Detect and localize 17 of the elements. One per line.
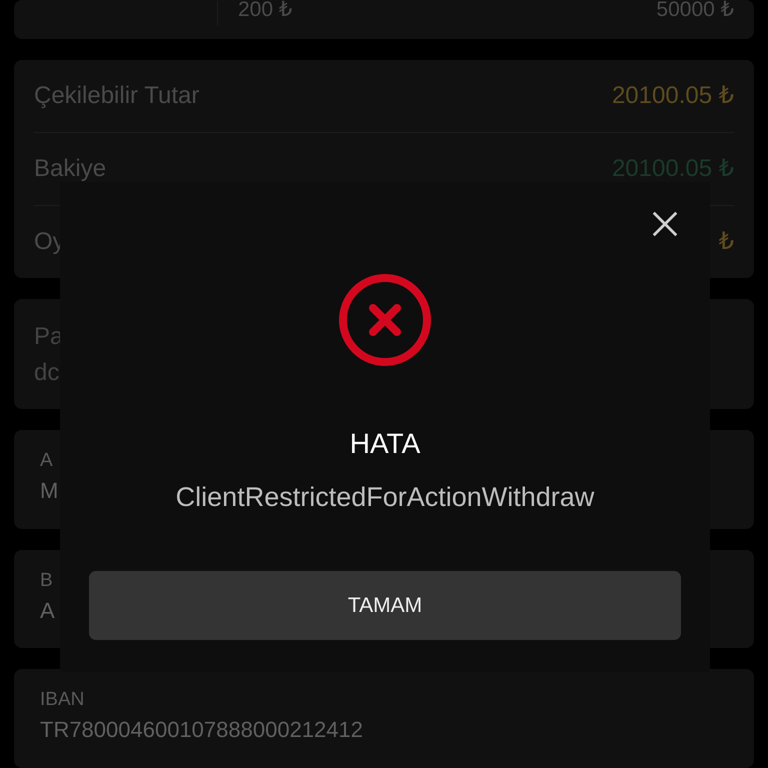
close-icon[interactable] (652, 211, 678, 237)
dialog-title: HATA (350, 428, 420, 460)
field-value: A (40, 598, 55, 624)
field-label: A (40, 450, 53, 472)
ok-button[interactable]: TAMAM (89, 571, 681, 640)
summary-value: ₺ (718, 227, 734, 256)
field-label: B (40, 570, 53, 592)
summary-label: Çekilebilir Tutar (34, 82, 200, 110)
summary-value: 20100.05 ₺ (612, 81, 734, 110)
field-value: M (40, 478, 58, 504)
summary-label: Bakiye (34, 154, 106, 183)
dialog-message: ClientRestrictedForActionWithdraw (176, 482, 594, 513)
field-label: IBAN (40, 689, 84, 712)
field-value: TR780004600107888000212412 (40, 717, 363, 744)
min-amount: 200 ₺ (238, 1, 292, 19)
max-amount: 50000 ₺ (656, 1, 734, 19)
error-icon (337, 272, 433, 368)
